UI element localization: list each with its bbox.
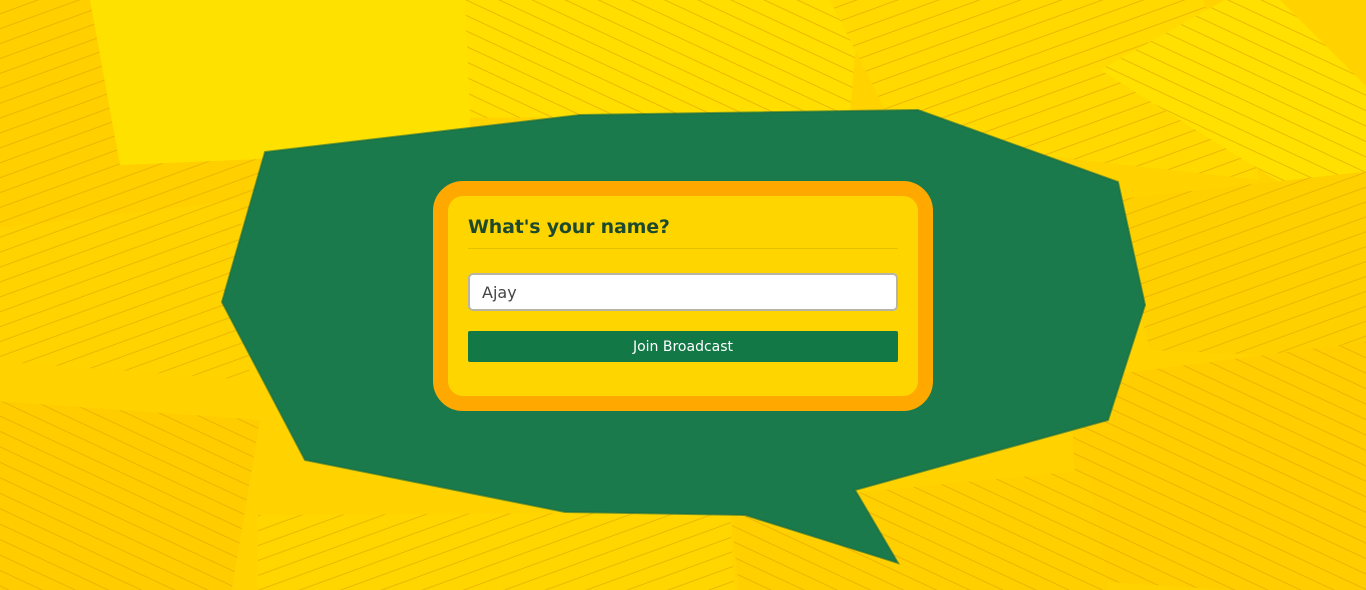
dialog-title: What's your name? (468, 216, 670, 238)
sticky-note (0, 401, 260, 590)
sticky-note (258, 512, 735, 590)
name-dialog: What's your name? Join Broadcast (433, 181, 933, 411)
join-broadcast-button[interactable]: Join Broadcast (468, 331, 898, 362)
sticky-note (1110, 171, 1366, 360)
name-input[interactable] (468, 273, 898, 311)
divider (468, 248, 898, 249)
sticky-note (465, 0, 860, 118)
sticky-note (0, 200, 250, 380)
